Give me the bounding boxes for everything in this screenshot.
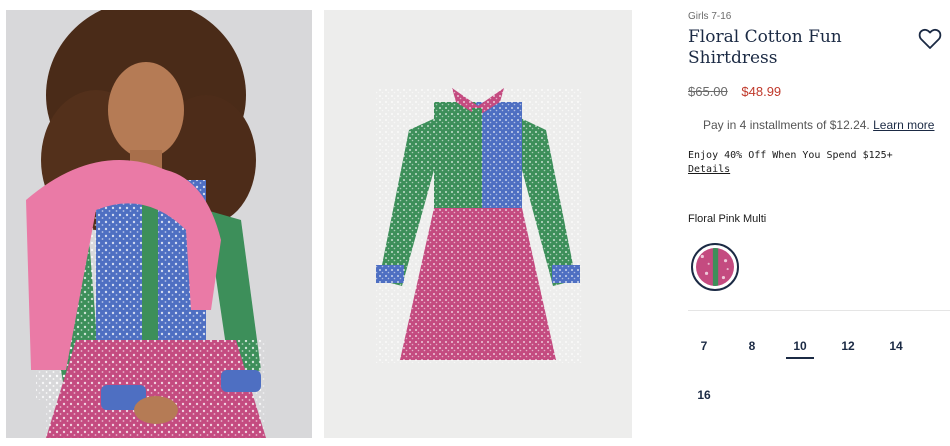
learn-more-link[interactable]: Learn more xyxy=(873,118,934,132)
installments-message: Pay in 4 installments of $12.24. Learn m… xyxy=(703,118,934,132)
product-photo[interactable] xyxy=(324,10,632,438)
size-option-14[interactable]: 14 xyxy=(882,339,910,353)
model-photo[interactable] xyxy=(6,10,312,438)
divider xyxy=(688,310,950,311)
color-name: Floral Pink Multi xyxy=(688,213,767,225)
size-option-8[interactable]: 8 xyxy=(738,339,766,353)
wishlist-button[interactable] xyxy=(918,28,942,50)
promo-details-link[interactable]: Details xyxy=(688,163,730,177)
model-illustration xyxy=(6,10,312,438)
sale-price: $48.99 xyxy=(741,84,782,99)
installments-text: Pay in 4 installments of $12.24. xyxy=(703,118,870,132)
size-option-12[interactable]: 12 xyxy=(834,339,862,353)
dress-illustration xyxy=(324,10,632,438)
price-row: $65.00 $48.99 xyxy=(688,84,781,99)
product-category: Girls 7-16 xyxy=(688,11,732,22)
promo-message: Enjoy 40% Off When You Spend $125+ Detai… xyxy=(688,149,893,177)
size-option-7[interactable]: 7 xyxy=(690,339,718,353)
swatch-fabric-image xyxy=(696,248,734,286)
color-swatch-floral-pink-multi[interactable] xyxy=(691,243,739,291)
promo-text: Enjoy 40% Off When You Spend $125+ xyxy=(688,150,893,161)
heart-icon xyxy=(918,28,942,49)
size-option-10[interactable]: 10 xyxy=(786,339,814,359)
original-price: $65.00 xyxy=(688,84,728,99)
product-title: Floral Cotton Fun Shirtdress xyxy=(688,27,842,68)
size-option-16[interactable]: 16 xyxy=(690,388,718,402)
